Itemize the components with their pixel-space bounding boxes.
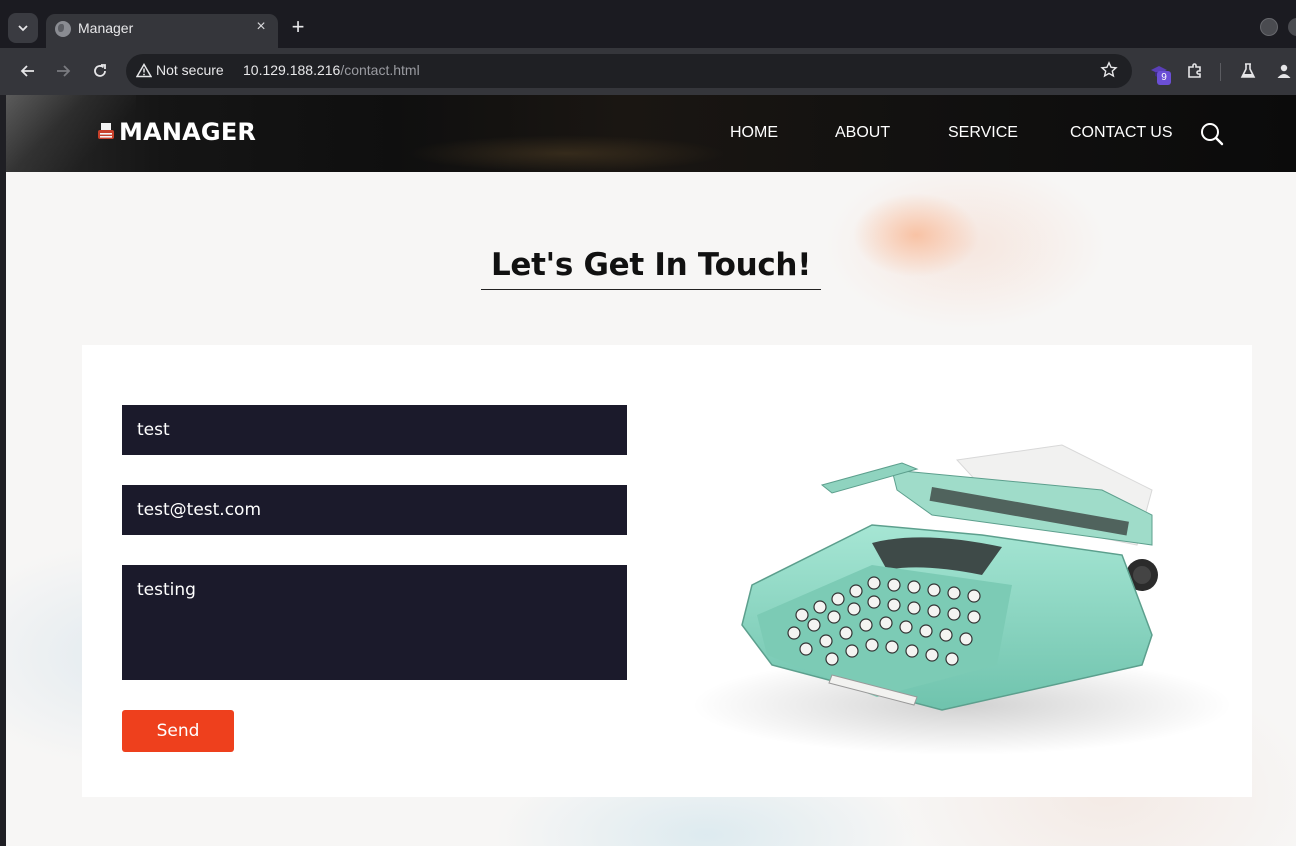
reload-icon [94, 64, 106, 77]
brand-name: MANAGER [119, 118, 257, 146]
forward-button[interactable] [50, 58, 76, 84]
browser-toolbar: Not secure 10.129.188.216/contact.html 9 [0, 48, 1296, 95]
puzzle-icon [1188, 63, 1201, 78]
window-control-icon[interactable] [1288, 18, 1296, 36]
back-button[interactable] [15, 58, 41, 84]
name-input[interactable]: test [122, 405, 627, 455]
bookmark-star-icon[interactable] [1100, 61, 1118, 79]
window-control-icon[interactable] [1260, 18, 1278, 36]
search-icon[interactable] [1200, 122, 1224, 146]
arrow-left-icon [20, 65, 34, 77]
url-text[interactable]: 10.129.188.216/contact.html [243, 62, 420, 78]
contact-card: test test@test.com testing Send [82, 345, 1252, 797]
reload-button[interactable] [87, 58, 113, 84]
chevron-down-icon [18, 25, 28, 32]
message-textarea[interactable]: testing [122, 565, 627, 680]
url-path: /contact.html [340, 62, 420, 78]
extensions-button[interactable] [1182, 58, 1208, 84]
profile-icon [1277, 64, 1291, 78]
security-label[interactable]: Not secure [156, 62, 224, 78]
arrow-right-icon [57, 65, 71, 77]
extension-badge: 9 [1157, 71, 1171, 85]
address-bar[interactable]: Not secure 10.129.188.216/contact.html [126, 54, 1132, 88]
tab-title: Manager [78, 20, 134, 36]
web-page: MANAGER HOME ABOUT SERVICE CONTACT US Le… [6, 95, 1296, 846]
typewriter-logo-icon [98, 123, 114, 139]
site-header: MANAGER HOME ABOUT SERVICE CONTACT US [6, 95, 1296, 172]
profile-button[interactable] [1271, 58, 1296, 84]
send-button[interactable]: Send [122, 710, 234, 752]
nav-about[interactable]: ABOUT [835, 124, 890, 142]
warning-icon [136, 63, 152, 78]
nav-contact-us[interactable]: CONTACT US [1070, 124, 1173, 142]
contact-heading: Let's Get In Touch! [480, 247, 822, 290]
globe-icon [55, 21, 71, 37]
nav-home[interactable]: HOME [730, 124, 778, 142]
email-input[interactable]: test@test.com [122, 485, 627, 535]
site-logo[interactable]: MANAGER [97, 118, 256, 146]
typewriter-illustration [692, 444, 1232, 755]
flask-icon [1240, 63, 1256, 78]
toolbar-separator [1220, 63, 1221, 81]
new-tab-button[interactable]: + [286, 16, 310, 40]
tab-list-button[interactable] [8, 13, 38, 43]
nav-service[interactable]: SERVICE [948, 124, 1018, 142]
browser-tab[interactable]: Manager × [46, 14, 278, 48]
url-host: 10.129.188.216 [243, 62, 341, 78]
contact-heading-wrap: Let's Get In Touch! [6, 247, 1296, 290]
close-tab-icon[interactable]: × [252, 18, 270, 36]
labs-button[interactable] [1235, 58, 1261, 84]
browser-tab-bar: Manager × + [0, 0, 1296, 48]
